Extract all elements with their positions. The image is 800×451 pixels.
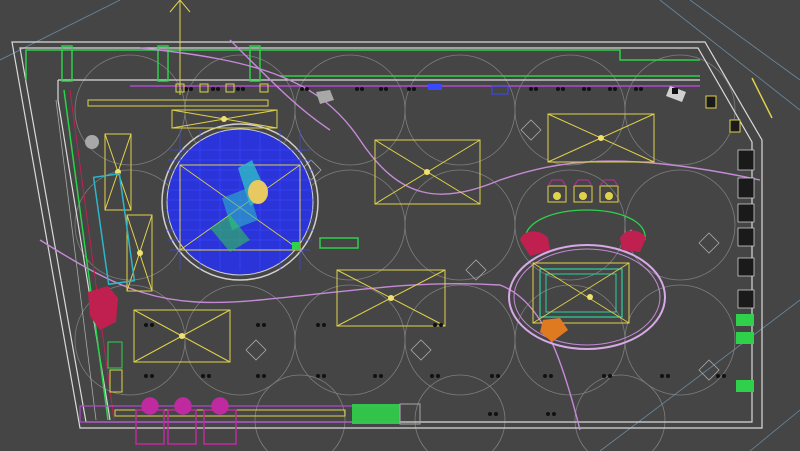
bench <box>319 237 359 249</box>
curved-path[interactable] <box>39 39 761 431</box>
right-wall-plants[interactable] <box>705 95 755 392</box>
cad-top-viewport[interactable] <box>0 0 800 451</box>
oval-booth[interactable] <box>508 244 666 350</box>
magenta-chairs[interactable] <box>135 397 237 445</box>
construction-lines <box>0 0 800 451</box>
bottom-wall <box>79 403 421 425</box>
left-red-seat <box>88 286 118 330</box>
circular-dome[interactable] <box>161 123 319 281</box>
rect-light-panels[interactable] <box>87 99 655 417</box>
